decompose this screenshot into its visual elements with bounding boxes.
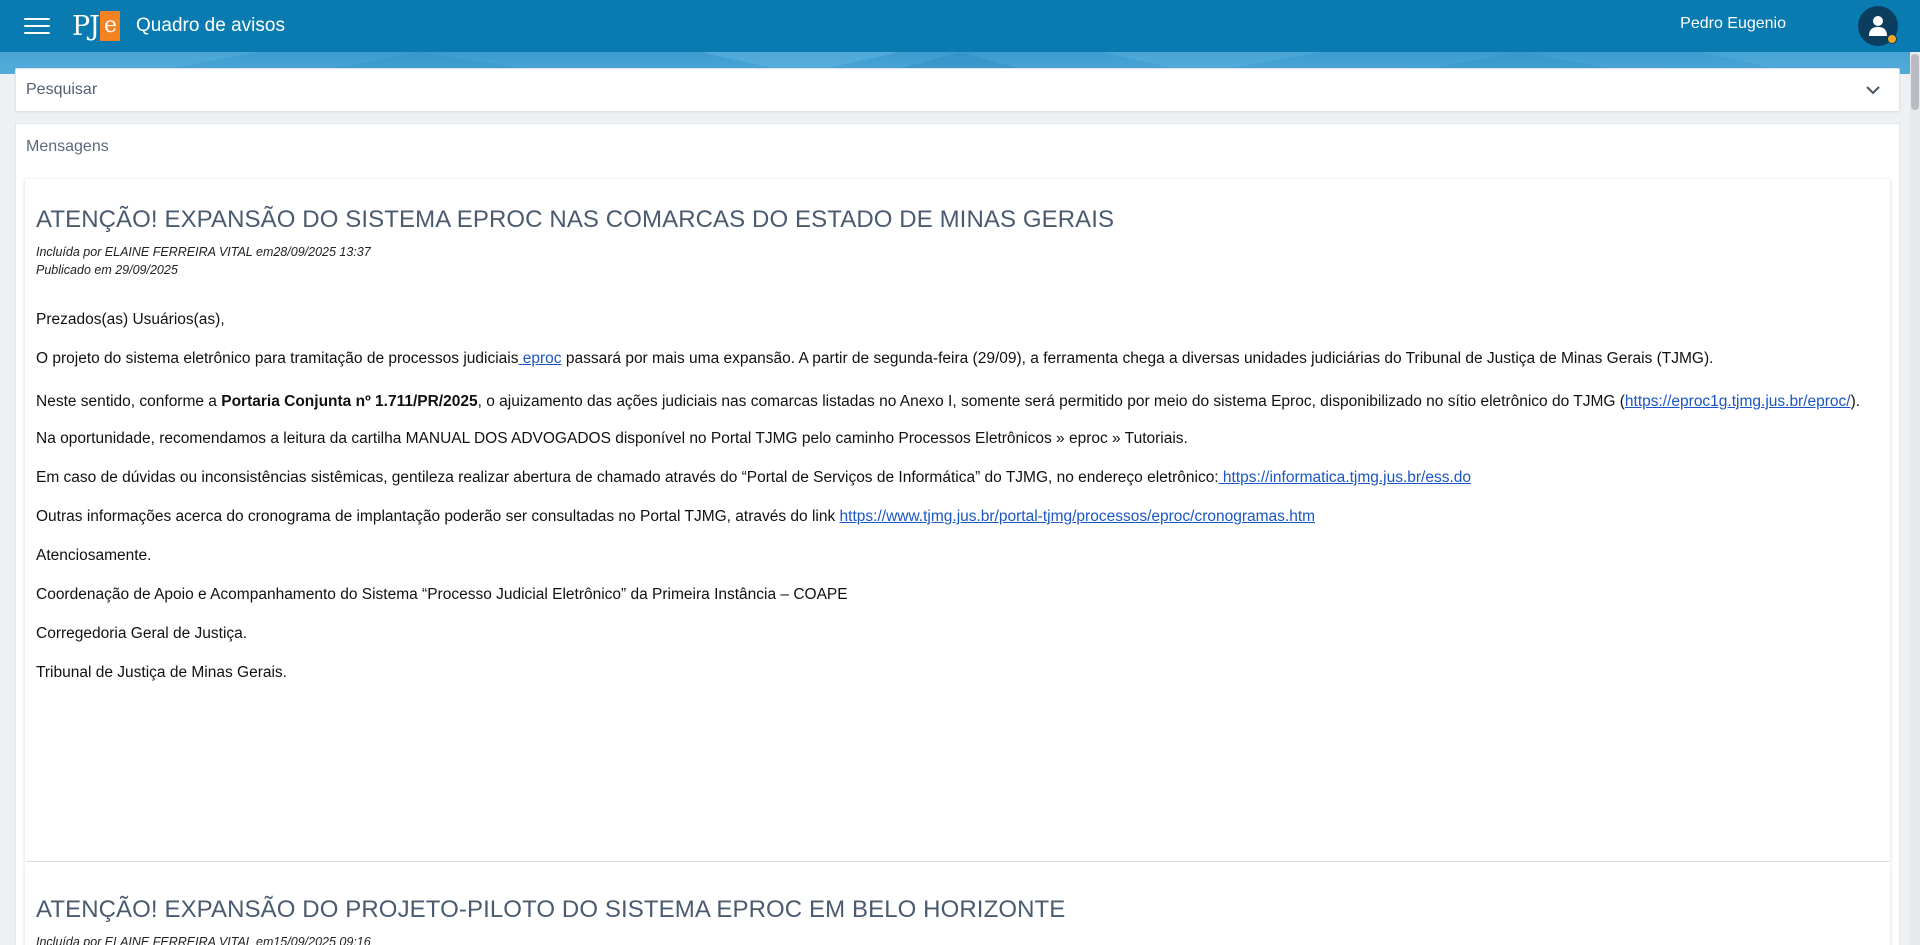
paragraph-text: , o ajuizamento das ações judiciais nas … <box>477 393 1625 410</box>
paragraph-text: ). <box>1850 393 1861 410</box>
message-paragraph: Na oportunidade, recomendamos a leitura … <box>36 430 1188 447</box>
message-body: Prezados(as) Usuários(as), O projeto do … <box>36 309 1879 683</box>
eproc1g-link[interactable]: https://eproc1g.tjmg.jus.br/eproc/ <box>1625 393 1851 410</box>
paragraph-text: O projeto do sistema eletrônico para tra… <box>36 350 519 367</box>
message-paragraph: Corregedoria Geral de Justiça. <box>36 625 248 642</box>
message-paragraph: Tribunal de Justiça de Minas Gerais. <box>36 664 287 681</box>
menu-icon[interactable] <box>24 16 50 36</box>
eproc-link[interactable]: eproc <box>518 350 562 367</box>
message-included-by: Incluída por ELAINE FERREIRA VITAL em28/… <box>36 245 371 259</box>
paragraph-text: Em caso de dúvidas ou inconsistências si… <box>36 469 1219 486</box>
paragraph-text: passará por mais uma expansão. A partir … <box>561 350 1714 367</box>
portaria-reference: Portaria Conjunta nº 1.711/PR/2025 <box>221 393 478 410</box>
informatica-link[interactable]: https://informatica.tjmg.jus.br/ess.do <box>1219 469 1471 486</box>
user-name[interactable]: Pedro Eugenio <box>1680 15 1786 33</box>
page-title: Quadro de avisos <box>136 15 285 36</box>
message-title: ATENÇÃO! EXPANSÃO DO PROJETO-PILOTO DO S… <box>36 896 1066 923</box>
message-greeting: Prezados(as) Usuários(as), <box>36 311 225 328</box>
panel-title: Mensagens <box>26 138 109 155</box>
message-card: ATENÇÃO! EXPANSÃO DO SISTEMA EPROC NAS C… <box>25 179 1890 861</box>
messages-panel: Mensagens ATENÇÃO! EXPANSÃO DO SISTEMA E… <box>15 123 1900 945</box>
page-scrollbar[interactable] <box>1910 52 1920 945</box>
search-panel-toggle[interactable]: Pesquisar <box>15 68 1900 112</box>
message-paragraph: Atenciosamente. <box>36 547 152 564</box>
cronogramas-link[interactable]: https://www.tjmg.jus.br/portal-tjmg/proc… <box>840 508 1316 525</box>
logo-text: PJ <box>72 10 100 42</box>
message-paragraph: O projeto do sistema eletrônico para tra… <box>36 348 1879 369</box>
status-badge <box>1887 34 1897 44</box>
search-label: Pesquisar <box>26 81 98 98</box>
avatar[interactable] <box>1858 6 1898 46</box>
message-paragraph: Em caso de dúvidas ou inconsistências si… <box>36 467 1879 488</box>
logo-accent: e <box>100 11 121 41</box>
message-included-by: Incluída por ELAINE FERREIRA VITAL em15/… <box>36 935 371 945</box>
pje-logo[interactable]: PJ e <box>72 8 121 44</box>
scrollbar-thumb[interactable] <box>1911 54 1919 110</box>
paragraph-text: Outras informações acerca do cronograma … <box>36 508 840 525</box>
chevron-down-icon[interactable] <box>1865 85 1881 95</box>
user-icon <box>1869 16 1887 36</box>
top-bar: PJ e Quadro de avisos Pedro Eugenio <box>0 0 1920 52</box>
message-card: ATENÇÃO! EXPANSÃO DO PROJETO-PILOTO DO S… <box>25 862 1890 945</box>
message-title: ATENÇÃO! EXPANSÃO DO SISTEMA EPROC NAS C… <box>36 206 1115 233</box>
message-published: Publicado em 29/09/2025 <box>36 263 178 277</box>
message-paragraph: Coordenação de Apoio e Acompanhamento do… <box>36 586 848 603</box>
message-paragraph: Neste sentido, conforme a Portaria Conju… <box>36 387 1879 416</box>
paragraph-text: Neste sentido, conforme a <box>36 393 222 410</box>
message-paragraph: Outras informações acerca do cronograma … <box>36 506 1879 527</box>
